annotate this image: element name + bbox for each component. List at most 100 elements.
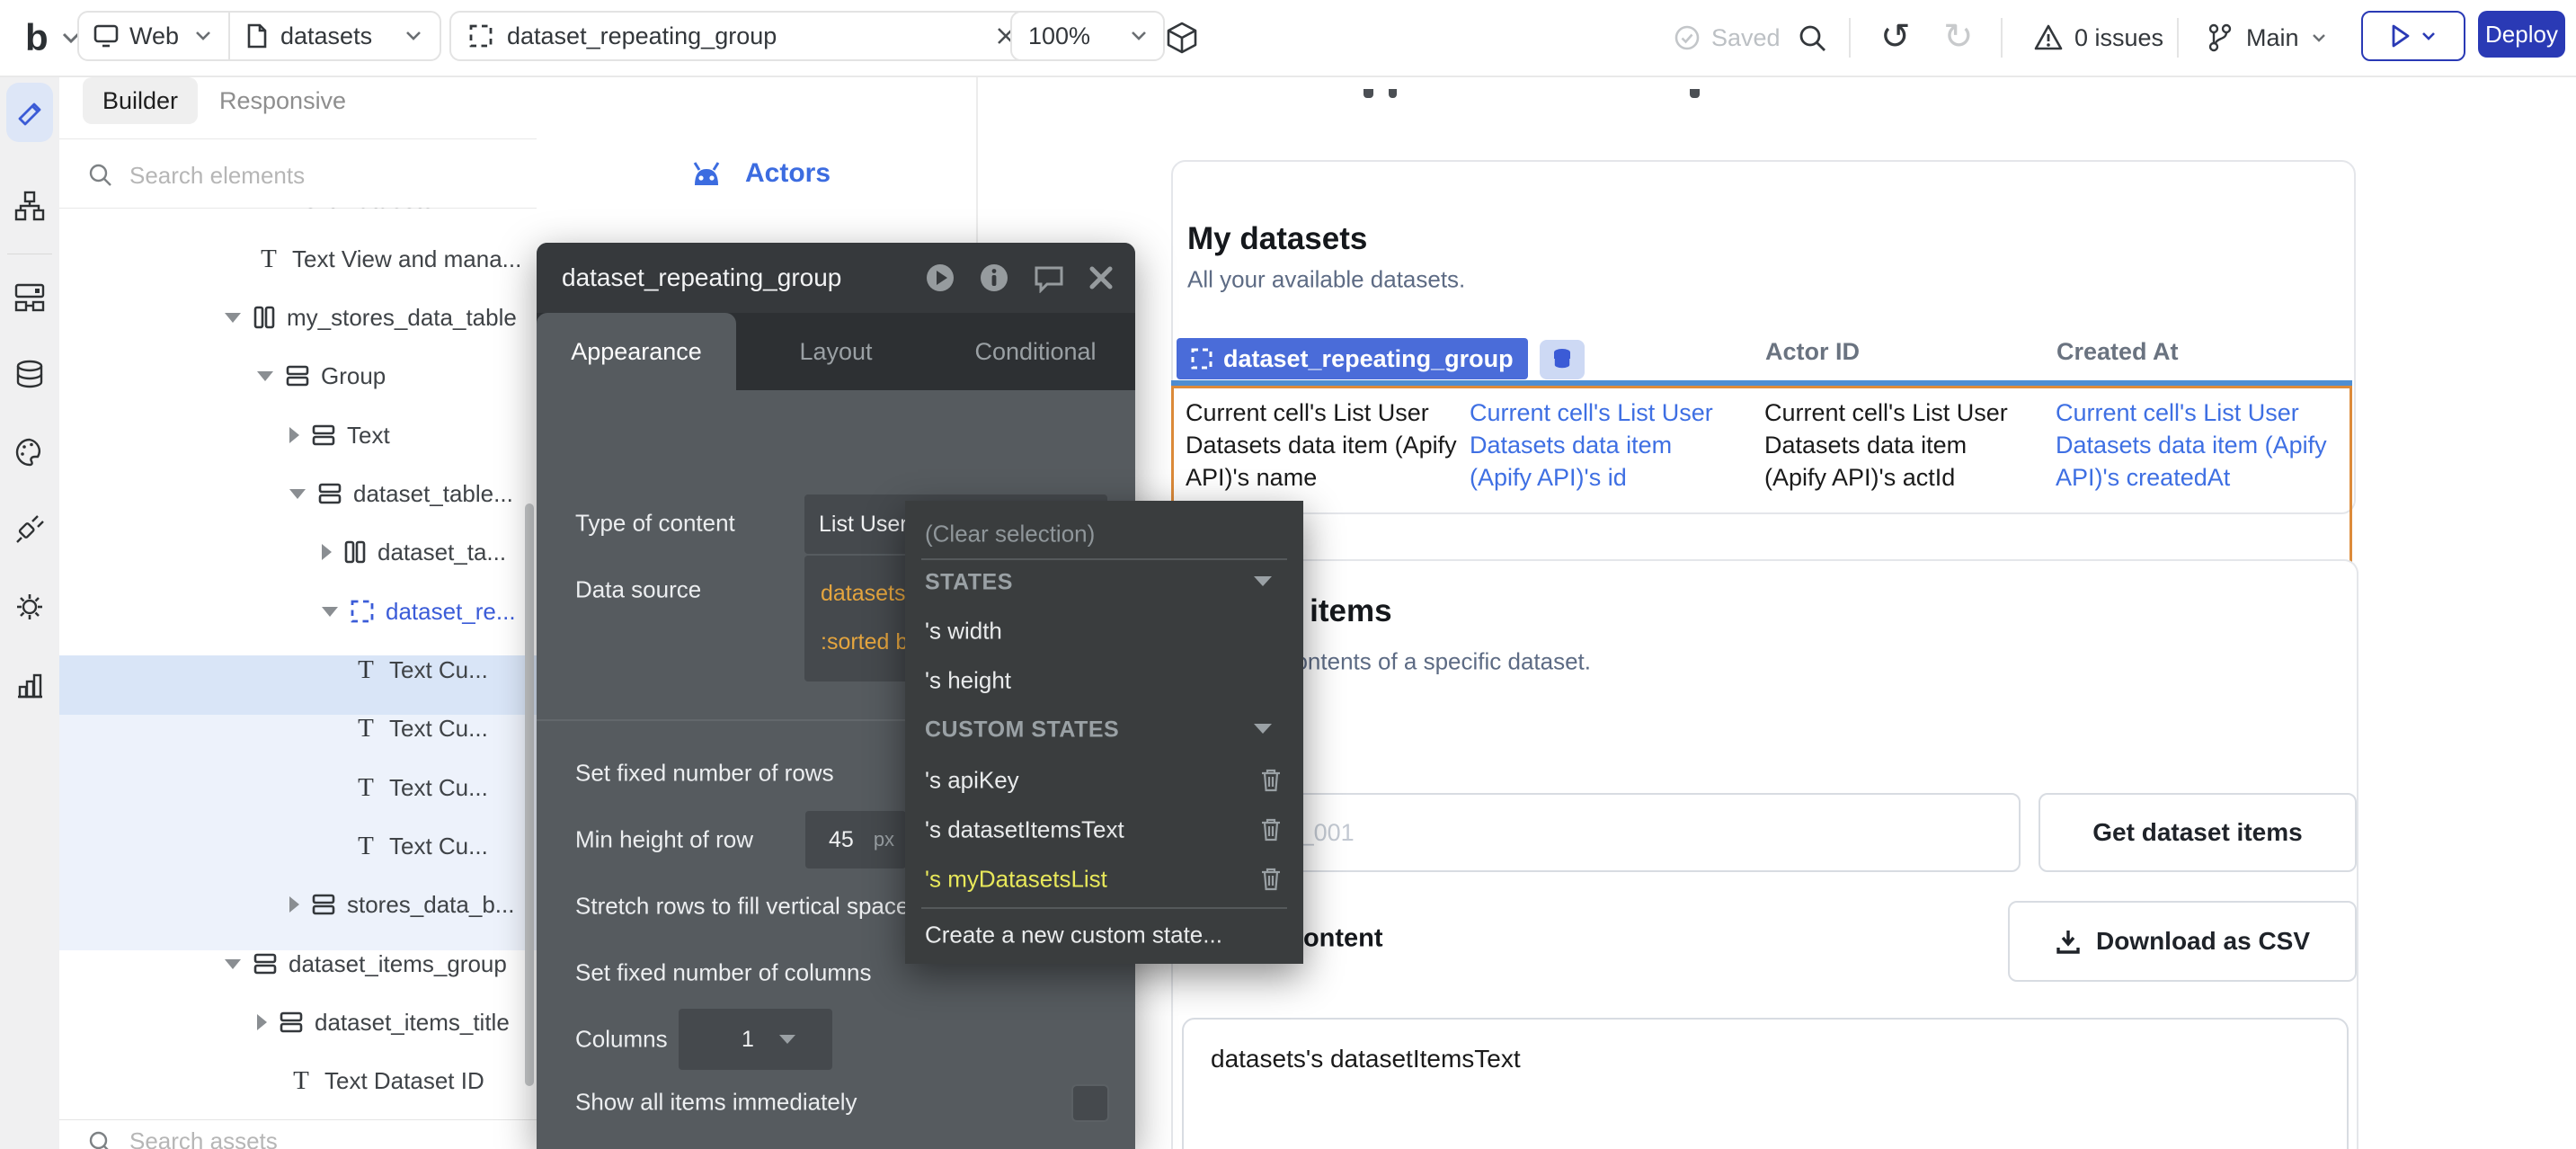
custom-states-section-header[interactable]: CUSTOM STATES — [925, 717, 1119, 744]
show-all-checkbox[interactable] — [1071, 1084, 1109, 1122]
redo-button[interactable]: ↻ — [1943, 16, 1974, 58]
chevron-down-icon — [2312, 33, 2326, 43]
settings-gear-icon[interactable] — [14, 592, 45, 622]
collapse-caret-icon[interactable] — [1254, 576, 1272, 586]
tab-responsive[interactable]: Responsive — [203, 77, 362, 124]
expander-open-icon[interactable] — [289, 489, 306, 499]
group-element-icon — [253, 953, 277, 975]
robot-icon — [688, 158, 725, 189]
toolbar-divider — [2177, 18, 2179, 58]
expander-open-icon[interactable] — [322, 607, 338, 617]
selected-element-chip[interactable]: dataset_repeating_group — [1177, 338, 1528, 379]
get-dataset-items-button[interactable]: Get dataset items — [2039, 793, 2357, 872]
tree-item[interactable]: Group — [59, 346, 537, 405]
tree-scrollbar[interactable] — [525, 503, 534, 1086]
logs-chart-icon[interactable] — [14, 669, 45, 699]
component-cube-icon[interactable] — [1164, 20, 1200, 56]
custom-state-datasetitemstext[interactable]: 's datasetItemsText — [925, 816, 1124, 844]
preview-button[interactable] — [2361, 11, 2465, 61]
tree-item[interactable]: dataset_ta... — [59, 522, 537, 582]
sidebar-item-actors[interactable]: Actors — [688, 158, 831, 189]
expression-prefix: datasets — [821, 581, 906, 607]
expander-open-icon[interactable] — [257, 371, 273, 381]
tree-item-label: Text — [347, 422, 390, 450]
tree-item[interactable]: T Text Cu... — [59, 816, 537, 876]
issues-indicator[interactable]: 0 issues — [2033, 0, 2163, 76]
table-cell-id[interactable]: Current cell's List User Datasets data i… — [1470, 397, 1732, 494]
deploy-button[interactable]: Deploy — [2478, 11, 2565, 58]
rail-item-design[interactable] — [6, 83, 53, 142]
table-cell-name[interactable]: Current cell's List User Datasets data i… — [1186, 397, 1457, 494]
tree-item[interactable]: stores_data_b... — [59, 875, 537, 934]
expander-closed-icon[interactable] — [289, 427, 299, 443]
expander-open-icon[interactable] — [225, 313, 241, 323]
tab-builder[interactable]: Builder — [83, 77, 198, 124]
custom-state-mydatasetslist[interactable]: 's myDatasetsList — [925, 866, 1107, 894]
collapse-caret-icon[interactable] — [1254, 724, 1272, 734]
tab-layout[interactable]: Layout — [736, 313, 936, 390]
repeating-group-outline[interactable]: Current cell's List User Datasets data i… — [1171, 386, 2352, 582]
tree-item[interactable]: dataset_items_in... — [59, 1107, 537, 1119]
search-elements-field[interactable]: Search elements — [59, 143, 537, 208]
custom-state-apikey[interactable]: 's apiKey — [925, 767, 1019, 795]
state-option-width[interactable]: 's width — [925, 618, 1002, 646]
states-section-header[interactable]: STATES — [925, 570, 1013, 596]
expander-closed-icon[interactable] — [289, 896, 299, 913]
min-height-input[interactable]: 45 px — [805, 811, 906, 868]
element-tab[interactable]: dataset_repeating_group — [449, 11, 1035, 61]
columns-label: Columns — [575, 1026, 668, 1054]
tree-item[interactable]: my_stores_data_table — [59, 288, 537, 347]
run-play-icon[interactable] — [925, 263, 955, 293]
state-option-height[interactable]: 's height — [925, 667, 1011, 695]
tree-item[interactable]: dataset_items_title — [59, 993, 537, 1052]
components-icon[interactable] — [14, 282, 45, 313]
trash-icon[interactable] — [1260, 867, 1282, 892]
undo-button[interactable]: ↺ — [1880, 16, 1911, 58]
info-icon[interactable] — [979, 263, 1009, 293]
clipped-text-fragment — [1690, 89, 1700, 98]
columns-select[interactable]: 1 — [679, 1009, 832, 1070]
trash-icon[interactable] — [1260, 817, 1282, 842]
clear-selection-option[interactable]: (Clear selection) — [925, 521, 1095, 548]
element-tree: T Text Datasets T Text View and mana... … — [59, 208, 537, 1119]
tree-item[interactable]: T Text Cu... — [59, 758, 537, 817]
data-source-badge[interactable] — [1540, 340, 1585, 379]
tree-item[interactable]: Text — [59, 405, 537, 465]
trash-icon[interactable] — [1260, 768, 1282, 793]
tab-conditional[interactable]: Conditional — [936, 313, 1135, 390]
page-selector[interactable]: datasets — [230, 22, 440, 50]
tree-item-label: stores_data_b... — [347, 891, 514, 919]
platform-selector[interactable]: Web — [79, 22, 228, 50]
table-cell-createdat[interactable]: Current cell's List User Datasets data i… — [2056, 397, 2348, 494]
expander-closed-icon[interactable] — [257, 1014, 267, 1030]
search-assets-field[interactable]: Search assets — [59, 1119, 537, 1149]
tree-item[interactable]: dataset_table... — [59, 464, 537, 523]
zoom-selector[interactable]: 100% — [1010, 11, 1165, 61]
branch-selector[interactable]: Main — [2207, 0, 2326, 76]
tab-appearance[interactable]: Appearance — [537, 313, 736, 390]
create-custom-state-option[interactable]: Create a new custom state... — [925, 922, 1222, 949]
dataset-content-box[interactable]: datasets's datasetItemsText — [1182, 1018, 2349, 1149]
search-icon[interactable] — [1798, 23, 1828, 54]
tree-item[interactable]: T Text View and mana... — [59, 229, 537, 289]
chevron-down-icon — [1131, 31, 1147, 41]
tree-item[interactable]: dataset_items_group — [59, 934, 537, 993]
tree-item[interactable]: T Text Cu... — [59, 640, 537, 699]
tree-item[interactable]: T Text Dataset ID — [59, 1051, 537, 1110]
property-editor-header[interactable]: dataset_repeating_group — [537, 243, 1135, 313]
tree-item[interactable]: T Text Cu... — [59, 699, 537, 758]
download-csv-button[interactable]: Download as CSV — [2008, 901, 2357, 982]
workflow-icon[interactable] — [14, 191, 45, 221]
app-logo[interactable]: b — [25, 0, 81, 76]
styles-palette-icon[interactable] — [14, 437, 45, 468]
close-icon[interactable] — [1088, 265, 1114, 290]
comment-bubble-icon[interactable] — [1033, 263, 1065, 293]
plugins-icon[interactable] — [14, 514, 45, 545]
expander-closed-icon[interactable] — [322, 544, 332, 560]
expander-open-icon[interactable] — [225, 959, 241, 969]
database-icon[interactable] — [14, 360, 45, 390]
dataset-id-input[interactable]: dataset_001 — [1197, 793, 2021, 872]
tree-item-selected[interactable]: dataset_re... — [59, 582, 537, 641]
table-cell-actid[interactable]: Current cell's List User Datasets data i… — [1764, 397, 2027, 494]
tree-item[interactable]: T Text Datasets — [59, 208, 537, 229]
